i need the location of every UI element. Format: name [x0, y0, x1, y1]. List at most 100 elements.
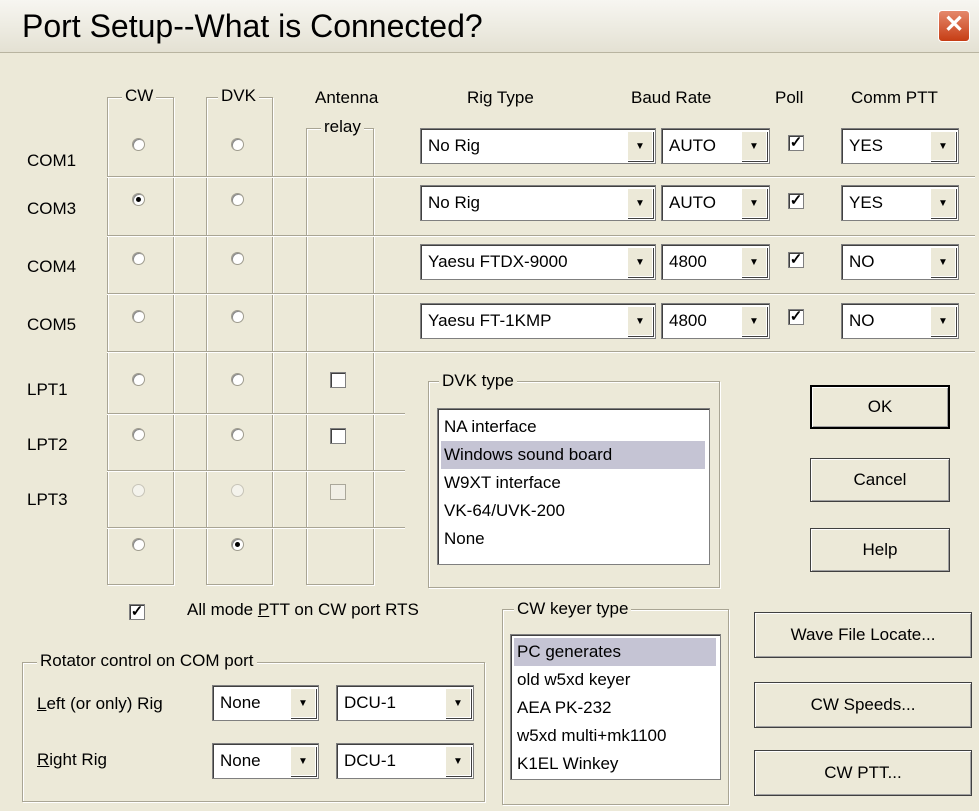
baud-rate-value: AUTO: [669, 136, 716, 155]
cw-radio-none[interactable]: [132, 538, 145, 551]
left-rig-label: Left (or only) Rig: [37, 694, 163, 714]
comm-ptt-value: YES: [849, 136, 884, 155]
poll-checkbox-com4[interactable]: ✓: [788, 252, 804, 268]
port-label-com1: COM1: [27, 151, 77, 170]
comm-ptt-select-com4[interactable]: NO ▼: [841, 244, 959, 280]
right-rig-port-value: None: [220, 751, 261, 770]
cw-radio-lpt3[interactable]: [132, 484, 145, 497]
label-part: TT on CW port RTS: [269, 600, 419, 619]
list-item[interactable]: W9XT interface: [441, 469, 705, 497]
baud-rate-value: 4800: [669, 311, 707, 330]
baud-rate-select-com1[interactable]: AUTO ▼: [661, 128, 770, 164]
ok-button[interactable]: OK: [810, 385, 950, 429]
chevron-down-icon[interactable]: ▼: [627, 131, 653, 161]
chevron-down-icon[interactable]: ▼: [741, 247, 767, 277]
all-mode-ptt-checkbox[interactable]: ✓: [129, 604, 145, 620]
label-part: eft (or only) Rig: [46, 694, 163, 713]
dvk-radio-lpt2[interactable]: [231, 428, 244, 441]
rig-type-select-com3[interactable]: No Rig ▼: [420, 185, 656, 221]
cw-radio-lpt2[interactable]: [132, 428, 145, 441]
port-label-lpt3: LPT3: [27, 490, 68, 509]
dvk-radio-com5[interactable]: [231, 310, 244, 323]
dvk-radio-com4[interactable]: [231, 252, 244, 265]
chevron-down-icon[interactable]: ▼: [627, 247, 653, 277]
cw-keyer-type-legend: CW keyer type: [514, 599, 632, 619]
cw-radio-com4[interactable]: [132, 252, 145, 265]
poll-checkbox-com5[interactable]: ✓: [788, 309, 804, 325]
cw-column-header: CW: [122, 86, 157, 106]
list-item[interactable]: None: [441, 525, 705, 553]
right-rig-port-select[interactable]: None ▼: [212, 743, 319, 779]
list-item[interactable]: w5xd multi+mk1100: [514, 722, 716, 750]
label-mnemonic: R: [37, 750, 50, 769]
cw-radio-com5[interactable]: [132, 310, 145, 323]
list-item[interactable]: NA interface: [441, 413, 705, 441]
row-divider: [107, 413, 405, 415]
poll-checkbox-com1[interactable]: ✓: [788, 135, 804, 151]
dvk-type-listbox[interactable]: NA interface Windows sound board W9XT in…: [437, 408, 710, 565]
chevron-down-icon[interactable]: ▼: [930, 188, 956, 218]
comm-ptt-value: NO: [849, 311, 875, 330]
rig-type-select-com1[interactable]: No Rig ▼: [420, 128, 656, 164]
help-button[interactable]: Help: [810, 528, 950, 572]
chevron-down-icon[interactable]: ▼: [930, 306, 956, 336]
chevron-down-icon[interactable]: ▼: [445, 746, 471, 776]
left-rig-port-select[interactable]: None ▼: [212, 685, 319, 721]
rig-type-value: Yaesu FT-1KMP: [428, 311, 552, 330]
port-label-lpt1: LPT1: [27, 380, 68, 399]
comm-ptt-select-com5[interactable]: NO ▼: [841, 303, 959, 339]
list-item[interactable]: PC generates: [514, 638, 716, 666]
list-item[interactable]: old w5xd keyer: [514, 666, 716, 694]
list-item[interactable]: K1EL Winkey: [514, 750, 716, 778]
baud-rate-value: 4800: [669, 252, 707, 271]
baud-rate-select-com5[interactable]: 4800 ▼: [661, 303, 770, 339]
rig-type-value: No Rig: [428, 136, 480, 155]
antenna-relay-checkbox-lpt3[interactable]: [330, 484, 346, 500]
wave-file-locate-button[interactable]: Wave File Locate...: [754, 612, 972, 658]
baud-rate-select-com4[interactable]: 4800 ▼: [661, 244, 770, 280]
rig-type-select-com4[interactable]: Yaesu FTDX-9000 ▼: [420, 244, 656, 280]
dvk-radio-com1[interactable]: [231, 138, 244, 151]
chevron-down-icon[interactable]: ▼: [290, 746, 316, 776]
antenna-relay-checkbox-lpt1[interactable]: [330, 372, 346, 388]
comm-ptt-select-com3[interactable]: YES ▼: [841, 185, 959, 221]
chevron-down-icon[interactable]: ▼: [930, 247, 956, 277]
comm-ptt-value: YES: [849, 193, 884, 212]
right-rig-rotator-type-select[interactable]: DCU-1 ▼: [336, 743, 474, 779]
cw-radio-lpt1[interactable]: [132, 373, 145, 386]
cw-keyer-type-listbox[interactable]: PC generates old w5xd keyer AEA PK-232 w…: [510, 634, 721, 780]
chevron-down-icon[interactable]: ▼: [445, 688, 471, 718]
dvk-column-header: DVK: [218, 86, 259, 106]
comm-ptt-select-com1[interactable]: YES ▼: [841, 128, 959, 164]
close-button[interactable]: ✕: [938, 10, 970, 42]
label-part: ight Rig: [49, 750, 107, 769]
cancel-button[interactable]: Cancel: [810, 458, 950, 502]
cw-radio-com1[interactable]: [132, 138, 145, 151]
cw-speeds-button[interactable]: CW Speeds...: [754, 682, 972, 728]
chevron-down-icon[interactable]: ▼: [741, 188, 767, 218]
cw-ptt-button[interactable]: CW PTT...: [754, 750, 972, 796]
rig-type-select-com5[interactable]: Yaesu FT-1KMP ▼: [420, 303, 656, 339]
chevron-down-icon[interactable]: ▼: [290, 688, 316, 718]
left-rig-rotator-type-select[interactable]: DCU-1 ▼: [336, 685, 474, 721]
dvk-radio-none[interactable]: [231, 538, 244, 551]
list-item[interactable]: AEA PK-232: [514, 694, 716, 722]
row-divider: [107, 351, 975, 353]
antenna-relay-group: [306, 128, 374, 585]
antenna-relay-checkbox-lpt2[interactable]: [330, 428, 346, 444]
chevron-down-icon[interactable]: ▼: [930, 131, 956, 161]
chevron-down-icon[interactable]: ▼: [627, 188, 653, 218]
dvk-radio-lpt3[interactable]: [231, 484, 244, 497]
cw-radio-com3[interactable]: [132, 193, 145, 206]
dvk-radio-com3[interactable]: [231, 193, 244, 206]
rig-type-value: No Rig: [428, 193, 480, 212]
list-item[interactable]: Windows sound board: [441, 441, 705, 469]
poll-checkbox-com3[interactable]: ✓: [788, 193, 804, 209]
dvk-radio-lpt1[interactable]: [231, 373, 244, 386]
list-item[interactable]: VK-64/UVK-200: [441, 497, 705, 525]
chevron-down-icon[interactable]: ▼: [741, 306, 767, 336]
chevron-down-icon[interactable]: ▼: [741, 131, 767, 161]
chevron-down-icon[interactable]: ▼: [627, 306, 653, 336]
poll-header: Poll: [775, 88, 804, 107]
baud-rate-select-com3[interactable]: AUTO ▼: [661, 185, 770, 221]
